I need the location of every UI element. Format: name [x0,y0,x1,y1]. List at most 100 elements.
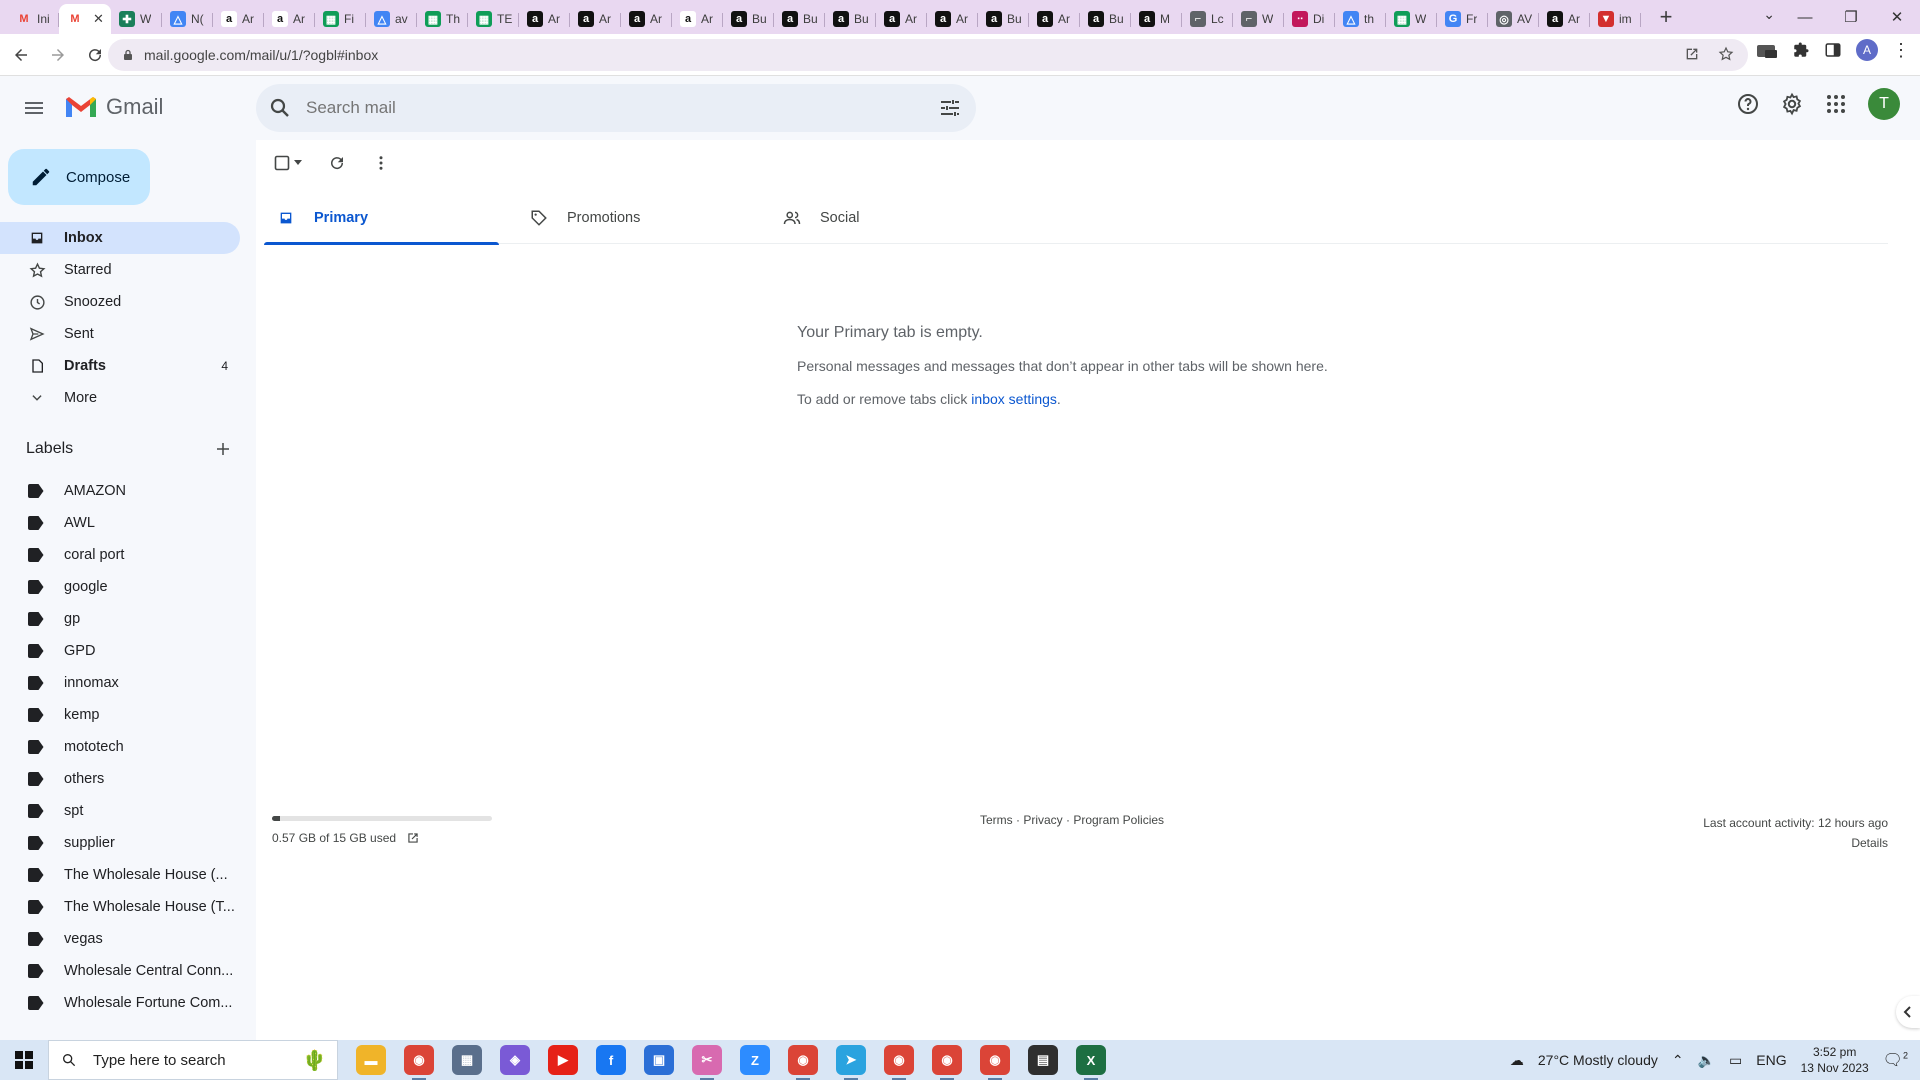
browser-tab[interactable]: a Ar [213,4,264,34]
tab-search-icon[interactable]: ⌄ [1763,6,1775,23]
search-bar[interactable] [256,84,976,132]
share-icon[interactable] [1684,46,1700,62]
snip-icon[interactable]: ✂ [692,1045,722,1080]
details-link[interactable]: Details [1703,833,1888,853]
browser-tab[interactable]: M ✕ [59,4,111,34]
browser-profile-avatar[interactable]: A [1856,39,1878,61]
reload-icon[interactable] [79,39,111,71]
help-icon[interactable] [1736,92,1760,116]
notes-icon[interactable]: ▤ [1028,1045,1058,1075]
excel-icon[interactable]: X [1076,1045,1106,1080]
browser-tab[interactable]: ∙∙ Di [1284,4,1335,34]
browser-tab[interactable]: ⌐ Lc [1182,4,1233,34]
browser-menu-icon[interactable]: ⋮ [1892,40,1910,61]
folder-icon[interactable]: ▬ [356,1045,386,1075]
notifications-icon[interactable]: 🗨2 [1883,1050,1908,1070]
label-item[interactable]: supplier [0,827,240,859]
chrome-icon[interactable]: ◉ [884,1045,914,1080]
forward-icon[interactable] [42,39,74,71]
browser-tab[interactable]: a Ar [519,4,570,34]
telegram-icon[interactable]: ➤ [836,1045,866,1080]
taskbar-search[interactable]: Type here to search 🌵 [48,1040,338,1080]
browser-tab[interactable]: a Ar [1029,4,1080,34]
nav-item-snoozed[interactable]: Snoozed [0,286,240,318]
side-panel-icon[interactable] [1824,41,1842,59]
browser-tab[interactable]: ▦ Fi [315,4,366,34]
browser-tab[interactable]: a Ar [264,4,315,34]
browser-tab[interactable]: △ N( [162,4,213,34]
browser-tab[interactable]: a Ar [621,4,672,34]
nav-item-more[interactable]: More [0,382,240,414]
chrome-icon[interactable]: ◉ [404,1045,434,1080]
browser-tab[interactable]: a Bu [723,4,774,34]
label-item[interactable]: The Wholesale House (... [0,859,240,891]
compose-button[interactable]: Compose [8,149,150,205]
browser-tab[interactable]: a Ar [570,4,621,34]
start-button[interactable] [0,1040,48,1080]
browser-tab[interactable]: M Ini [8,4,59,34]
youtube-icon[interactable]: ▶ [548,1045,578,1075]
label-item[interactable]: The Wholesale House (T... [0,891,240,923]
label-item[interactable]: spt [0,795,240,827]
bookmark-star-icon[interactable] [1718,46,1734,62]
browser-tab[interactable]: a Bu [825,4,876,34]
search-input[interactable] [306,98,906,118]
chrome-icon[interactable]: ◉ [788,1045,818,1080]
footer-links[interactable]: Terms · Privacy · Program Policies [980,813,1164,827]
browser-tab[interactable]: ▼ im [1590,4,1641,34]
chrome-icon[interactable]: ◉ [980,1045,1010,1080]
add-label-icon[interactable] [214,440,232,458]
extension-off-icon[interactable] [1756,41,1778,59]
browser-tab[interactable]: △ th [1335,4,1386,34]
browser-tab[interactable]: a Ar [1539,4,1590,34]
browser-tab[interactable]: ✚ W [111,4,162,34]
chrome-icon[interactable]: ◉ [932,1045,962,1080]
nav-item-drafts[interactable]: Drafts 4 [0,350,240,382]
network-icon[interactable]: ▭ [1729,1052,1742,1069]
browser-tab[interactable]: a Bu [774,4,825,34]
tab-primary[interactable]: Primary [264,192,517,245]
browser-tab[interactable]: ◎ AV [1488,4,1539,34]
maximize-icon[interactable]: ❐ [1828,8,1874,26]
label-item[interactable]: AMAZON [0,475,240,507]
select-all-checkbox[interactable] [274,155,302,171]
label-item[interactable]: coral port [0,539,240,571]
facebook-icon[interactable]: f [596,1045,626,1075]
label-item[interactable]: GPD [0,635,240,667]
nav-item-inbox[interactable]: Inbox [0,222,240,254]
new-tab-icon[interactable]: + [1651,2,1681,32]
label-item[interactable]: others [0,763,240,795]
tray-chevron-icon[interactable]: ⌃ [1672,1052,1684,1069]
browser-tab[interactable]: ▦ Th [417,4,468,34]
browser-tab[interactable]: G Fr [1437,4,1488,34]
apps-grid-icon[interactable] [1824,92,1848,116]
browser-tab[interactable]: a Ar [876,4,927,34]
minimize-icon[interactable]: — [1782,9,1828,26]
nav-item-starred[interactable]: Starred [0,254,240,286]
label-item[interactable]: Wholesale Central Conn... [0,955,240,987]
browser-tab[interactable]: ▦ W [1386,4,1437,34]
browser-tab[interactable]: a Bu [978,4,1029,34]
search-options-icon[interactable] [938,96,962,120]
label-item[interactable]: mototech [0,731,240,763]
address-bar[interactable]: mail.google.com/mail/u/1/?ogbl#inbox [108,39,1748,71]
speaker-icon[interactable]: 🔈 [1698,1052,1715,1069]
browser-tab[interactable]: a Ar [927,4,978,34]
close-window-icon[interactable]: ✕ [1874,8,1920,26]
settings-gear-icon[interactable] [1780,92,1804,116]
tab-promotions[interactable]: Promotions [517,192,770,244]
browser-tab[interactable]: a Bu [1080,4,1131,34]
label-item[interactable]: Wholesale Fortune Com... [0,987,240,1019]
clock[interactable]: 3:52 pm 13 Nov 2023 [1801,1044,1869,1076]
zoom-icon[interactable]: Z [740,1045,770,1075]
label-item[interactable]: innomax [0,667,240,699]
more-vert-icon[interactable] [372,154,390,172]
browser-tab[interactable]: ⌐ W [1233,4,1284,34]
browser-tab[interactable]: aM [1131,4,1182,34]
main-menu-icon[interactable] [22,96,46,120]
account-avatar[interactable]: T [1868,88,1900,120]
refresh-icon[interactable] [328,154,346,172]
store-icon[interactable]: ▣ [644,1045,674,1075]
browser-tab[interactable]: △ av [366,4,417,34]
calculator-icon[interactable]: ▦ [452,1045,482,1075]
